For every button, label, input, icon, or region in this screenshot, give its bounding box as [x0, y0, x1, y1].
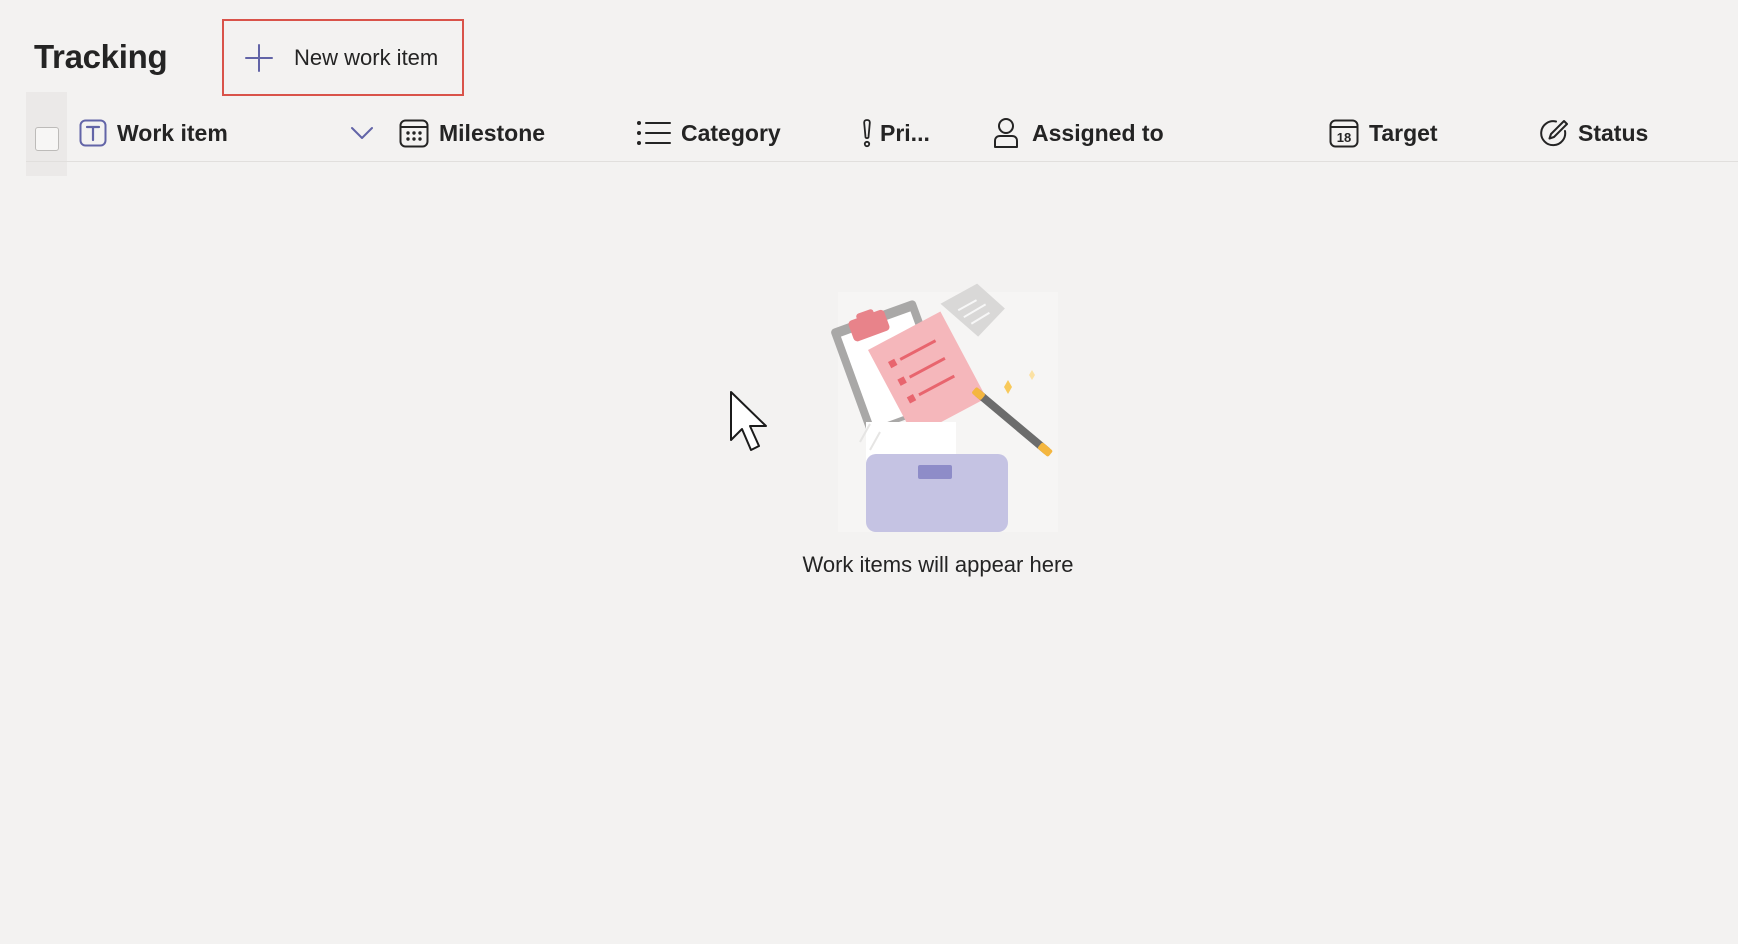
table-header: Work item Milestone Category Pri... Assi… — [26, 92, 1738, 176]
page-title: Tracking — [34, 38, 168, 75]
column-label-assigned-to: Assigned to — [1032, 119, 1164, 146]
plus-icon — [244, 43, 274, 73]
person-icon — [992, 117, 1020, 149]
column-header-category[interactable]: Category — [636, 118, 781, 148]
empty-state-message: Work items will appear here — [802, 552, 1074, 577]
exclamation-icon — [860, 117, 874, 149]
target-icon-number: 18 — [1337, 130, 1351, 145]
select-all-cell — [26, 92, 67, 176]
new-work-item-button[interactable]: New work item — [222, 19, 464, 96]
column-header-status[interactable]: Status — [1538, 118, 1648, 148]
mouse-cursor-icon — [728, 390, 772, 454]
column-label-work-item: Work item — [117, 119, 228, 146]
column-header-target[interactable]: 18 Target — [1328, 118, 1438, 148]
chevron-down-icon[interactable] — [348, 122, 376, 144]
new-work-item-label: New work item — [294, 44, 439, 70]
column-header-assigned-to[interactable]: Assigned to — [992, 118, 1164, 148]
list-icon — [636, 120, 672, 146]
header-divider — [26, 161, 1738, 162]
column-header-priority[interactable]: Pri... — [860, 118, 930, 148]
column-label-target: Target — [1369, 119, 1438, 146]
empty-state-illustration — [818, 282, 1078, 542]
calendar-date-icon: 18 — [1328, 117, 1360, 149]
calendar-icon — [398, 117, 430, 149]
text-icon — [78, 118, 108, 148]
column-header-work-item[interactable]: Work item — [78, 118, 228, 148]
select-all-checkbox[interactable] — [34, 127, 59, 151]
column-header-milestone[interactable]: Milestone — [398, 118, 545, 148]
column-label-priority: Pri... — [880, 119, 930, 146]
column-label-category: Category — [681, 119, 781, 146]
column-label-status: Status — [1578, 119, 1649, 146]
column-label-milestone: Milestone — [439, 119, 546, 146]
pen-circle-icon — [1538, 117, 1570, 149]
